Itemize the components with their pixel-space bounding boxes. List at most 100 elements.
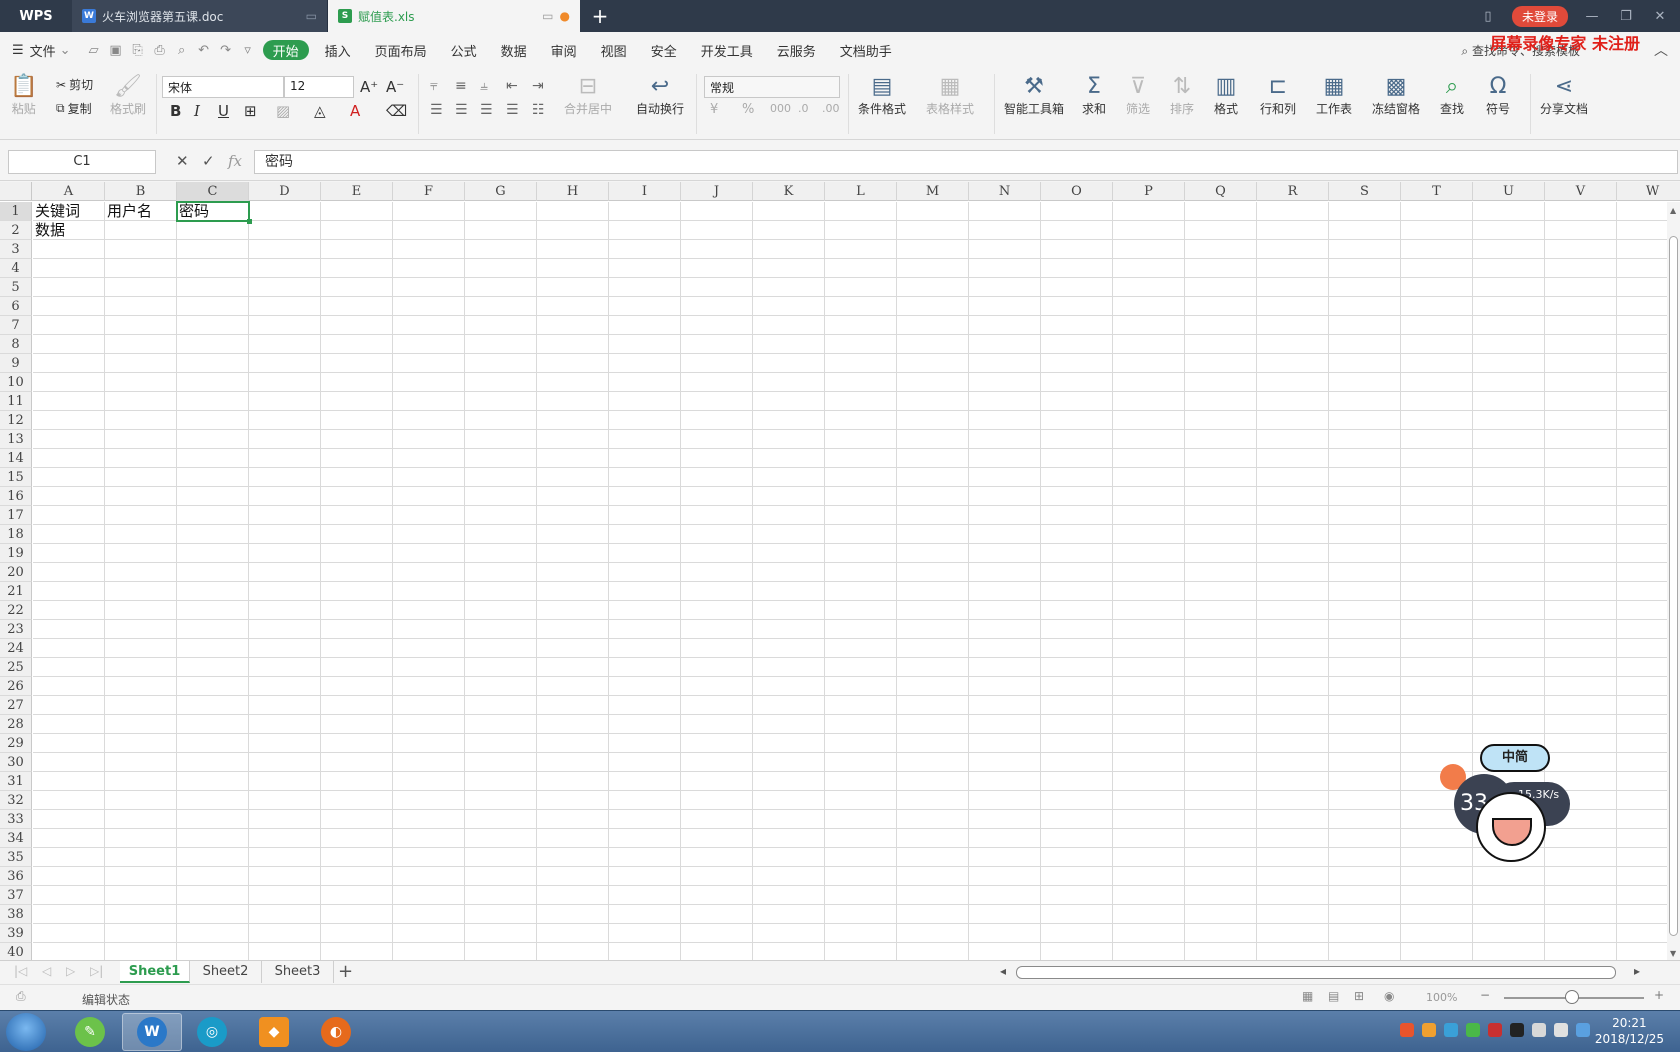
network-icon[interactable] [1532,1023,1546,1037]
scroll-up-icon[interactable]: ▲ [1670,206,1676,215]
vertical-scroll-thumb[interactable] [1669,236,1678,936]
column-header-b[interactable]: B [105,182,177,201]
align-top-icon[interactable]: ⫧ [430,78,438,94]
tab-view[interactable]: 视图 [589,32,639,68]
border-icon[interactable]: ⊞ [244,102,257,120]
decrease-font-icon[interactable]: A⁻ [386,78,404,96]
tab-review[interactable]: 审阅 [539,32,589,68]
thousands-icon[interactable]: 000 [770,102,791,115]
align-bottom-icon[interactable]: ⫨ [480,78,488,94]
tray-app-icon[interactable] [1488,1023,1502,1037]
tray-app-icon[interactable] [1444,1023,1458,1037]
minimize-icon[interactable]: — [1582,9,1602,24]
select-all-corner[interactable] [0,182,32,201]
row-header-37[interactable]: 37 [0,886,32,905]
column-header-j[interactable]: J [681,182,753,201]
number-format-select[interactable]: 常规 [704,76,840,98]
spreadsheet-grid[interactable]: ABCDEFGHIJKLMNOPQRSTUVW 1 2 3 4 5 6 7 8 9 10 11 12 1… [0,182,1680,960]
row-header-19[interactable]: 19 [0,544,32,563]
merge-center-button[interactable]: ⊟ 合并居中 [564,74,612,117]
column-header-f[interactable]: F [393,182,465,201]
row-header-1[interactable]: 1 [0,202,32,221]
zoom-out-icon[interactable]: − [1480,988,1490,1002]
column-header-q[interactable]: Q [1185,182,1257,201]
row-header-7[interactable]: 7 [0,316,32,335]
row-header-22[interactable]: 22 [0,601,32,620]
sheet-tab-sheet3[interactable]: Sheet3 [262,961,334,983]
sheet-tab-sheet1[interactable]: Sheet1 [120,961,190,983]
row-header-29[interactable]: 29 [0,734,32,753]
column-header-c[interactable]: C [177,182,249,201]
row-header-33[interactable]: 33 [0,810,32,829]
smart-toolbox-button[interactable]: ⚒ 智能工具箱 [1004,74,1064,117]
taskbar-app-wps[interactable]: W [122,1013,182,1051]
page-break-icon[interactable]: ▤ [1328,989,1339,1003]
tab-home[interactable]: 开始 [262,40,309,60]
cell-style-icon[interactable]: ▨ [276,102,290,120]
underline-button[interactable]: U [218,102,229,120]
column-header-d[interactable]: D [249,182,321,201]
tab-cloud[interactable]: 云服务 [765,32,828,68]
row-header-14[interactable]: 14 [0,449,32,468]
row-header-5[interactable]: 5 [0,278,32,297]
worksheet-button[interactable]: ▦ 工作表 [1316,74,1352,117]
sum-button[interactable]: Σ 求和 [1082,74,1106,117]
column-header-i[interactable]: I [609,182,681,201]
row-header-35[interactable]: 35 [0,848,32,867]
undo-icon[interactable]: ↶ [193,43,215,58]
sort-button[interactable]: ⇅ 排序 [1170,74,1194,117]
add-sheet-icon[interactable]: + [338,961,353,982]
indent-decrease-icon[interactable]: ⇤ [506,78,518,94]
cell-a1[interactable]: 关键词 [33,202,80,220]
column-header-a[interactable]: A [33,182,105,201]
column-header-g[interactable]: G [465,182,537,201]
row-header-27[interactable]: 27 [0,696,32,715]
column-header-e[interactable]: E [321,182,393,201]
page-layout-icon[interactable]: ⊞ [1354,989,1364,1003]
wps-home-tab[interactable]: WPS [0,0,72,32]
redo-icon[interactable]: ↷ [215,43,237,58]
row-header-30[interactable]: 30 [0,753,32,772]
fill-color-icon[interactable]: ◬ [314,102,326,120]
next-sheet-icon[interactable]: ▷ [66,964,75,978]
customize-icon[interactable]: ▿ [237,43,259,58]
reading-mode-icon[interactable]: ▯ [1478,9,1498,24]
row-header-26[interactable]: 26 [0,677,32,696]
align-center-icon[interactable]: ☰ [455,102,468,118]
macro-icon[interactable]: ⎙ [16,989,26,1004]
row-header-21[interactable]: 21 [0,582,32,601]
row-header-6[interactable]: 6 [0,297,32,316]
formula-input[interactable]: 密码 [254,150,1678,174]
tab-data[interactable]: 数据 [489,32,539,68]
row-header-3[interactable]: 3 [0,240,32,259]
tab-xls[interactable]: S 赋值表.xls ▭ ● [328,0,580,32]
horizontal-scroll-thumb[interactable] [1016,966,1616,979]
row-header-13[interactable]: 13 [0,430,32,449]
scroll-down-icon[interactable]: ▼ [1670,949,1676,958]
tray-app-icon[interactable] [1422,1023,1436,1037]
format-painter-button[interactable]: 🖌 格式刷 [110,74,146,117]
normal-view-icon[interactable]: ▦ [1302,989,1313,1003]
row-header-12[interactable]: 12 [0,411,32,430]
login-button[interactable]: 未登录 [1511,5,1568,27]
increase-font-icon[interactable]: A⁺ [360,78,378,96]
align-right-icon[interactable]: ☰ [480,102,493,118]
align-left-icon[interactable]: ☰ [430,102,443,118]
row-header-39[interactable]: 39 [0,924,32,943]
row-header-17[interactable]: 17 [0,506,32,525]
row-header-34[interactable]: 34 [0,829,32,848]
print-icon[interactable]: ⎙ [149,43,171,58]
column-header-v[interactable]: V [1545,182,1617,201]
tray-app-icon[interactable] [1510,1023,1524,1037]
row-header-31[interactable]: 31 [0,772,32,791]
monitor-icon[interactable]: ▭ [306,9,317,23]
hscroll-left-icon[interactable]: ◂ [1000,964,1006,978]
row-header-15[interactable]: 15 [0,468,32,487]
row-header-2[interactable]: 2 [0,221,32,240]
name-box[interactable]: C1 [8,150,156,174]
restore-icon[interactable]: ❐ [1616,9,1636,24]
justify-icon[interactable]: ☰ [506,102,519,118]
symbol-button[interactable]: Ω 符号 [1486,74,1510,117]
confirm-icon[interactable]: ✓ [202,152,215,170]
taskbar-app-train-browser[interactable]: ◆ [244,1013,304,1051]
